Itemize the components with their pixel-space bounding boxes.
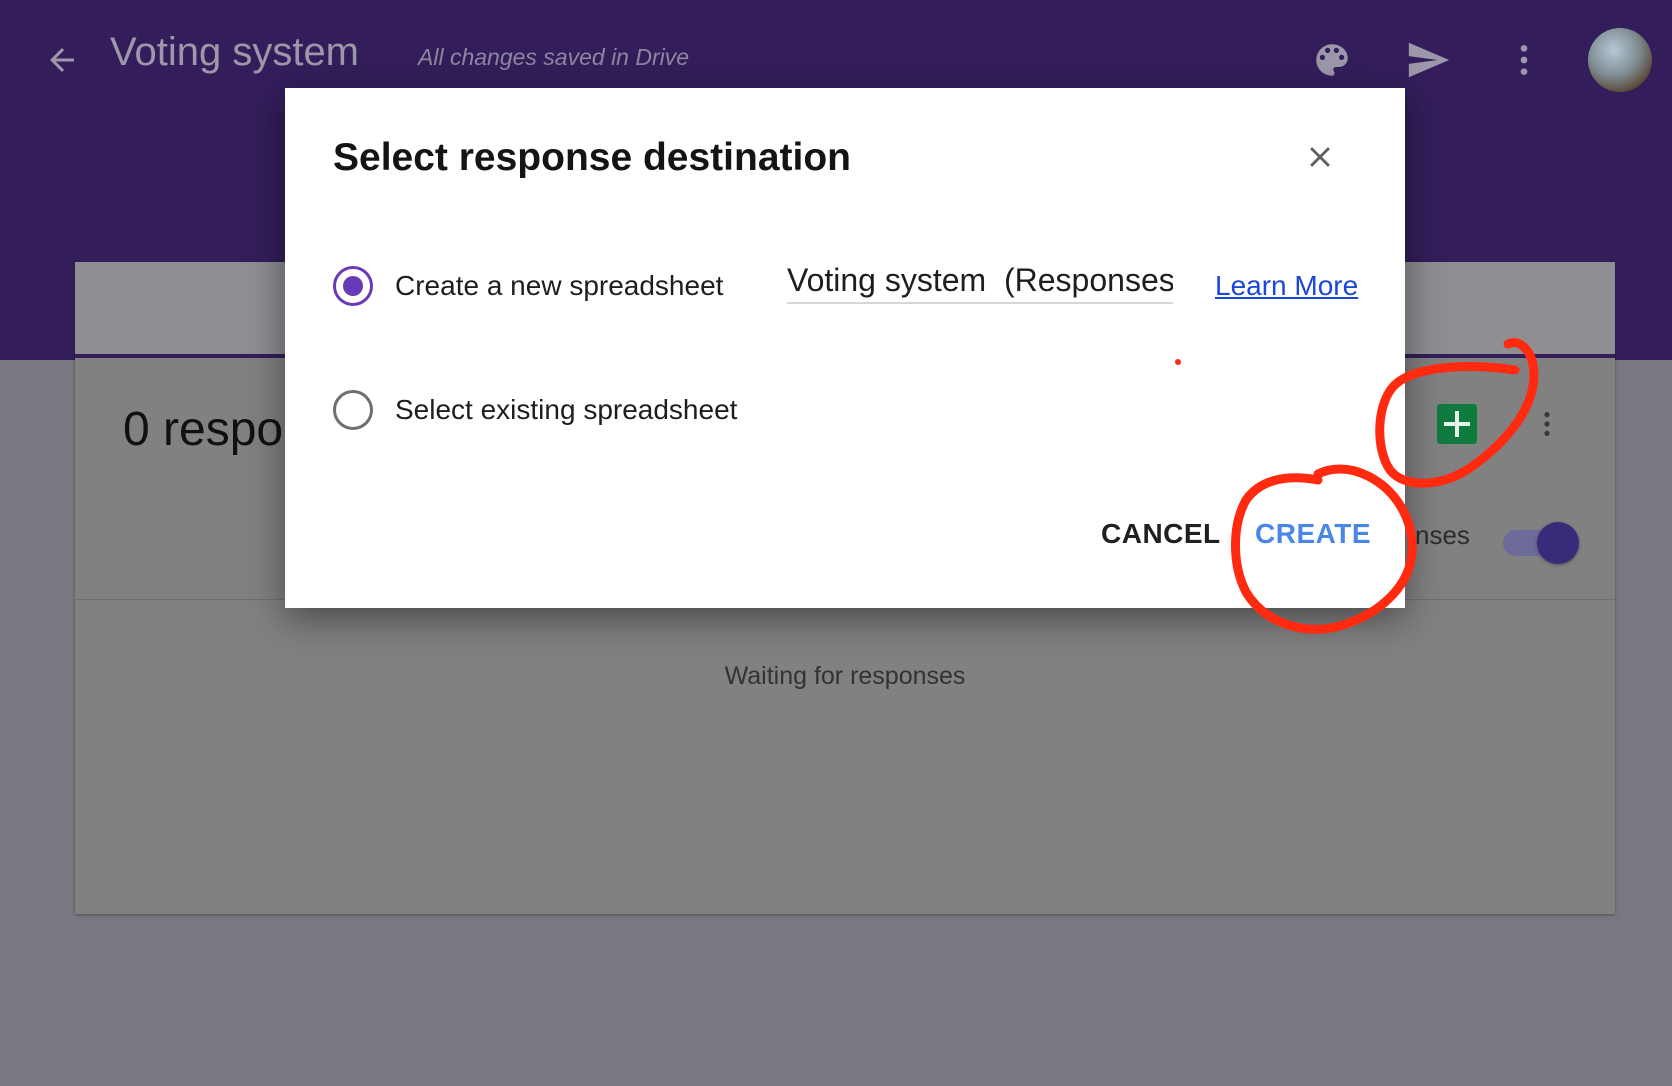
radio-existing-spreadsheet[interactable] (333, 390, 373, 430)
more-vert-icon (1544, 412, 1550, 436)
learn-more-link[interactable]: Learn More (1215, 270, 1358, 302)
card-more-button[interactable] (1531, 402, 1563, 446)
close-button[interactable] (1297, 134, 1343, 180)
toggle-thumb (1537, 522, 1579, 564)
option-new-spreadsheet[interactable]: Create a new spreadsheet (333, 264, 723, 308)
option-new-label: Create a new spreadsheet (395, 270, 724, 301)
responses-count: 0 respo (123, 403, 284, 456)
send-icon (1408, 42, 1450, 78)
save-status: All changes saved in Drive (418, 44, 690, 70)
back-button[interactable] (40, 38, 84, 82)
sheets-icon[interactable] (1437, 404, 1477, 444)
arrow-back-icon (50, 48, 74, 72)
spreadsheet-name-input[interactable] (787, 258, 1173, 304)
customize-theme-button[interactable] (1306, 34, 1358, 86)
more-options-button[interactable] (1498, 34, 1550, 86)
waiting-message: Waiting for responses (724, 662, 966, 690)
more-vert-icon (1520, 45, 1528, 75)
cancel-button[interactable]: CANCEL (1101, 518, 1221, 550)
send-button[interactable] (1402, 34, 1454, 86)
option-existing-spreadsheet[interactable]: Select existing spreadsheet (333, 388, 737, 432)
avatar[interactable] (1588, 28, 1652, 92)
create-button[interactable]: CREATE (1255, 518, 1371, 550)
response-destination-dialog: Select response destination Create a new… (285, 88, 1405, 608)
dialog-title: Select response destination (333, 136, 851, 179)
form-title[interactable]: Voting system (110, 30, 359, 75)
radio-new-spreadsheet[interactable] (333, 266, 373, 306)
option-existing-label: Select existing spreadsheet (395, 394, 738, 425)
accepting-responses-label: nses (1415, 520, 1470, 550)
accepting-responses-toggle[interactable] (1493, 520, 1579, 564)
palette-icon (1316, 44, 1348, 76)
close-icon (1310, 147, 1330, 167)
